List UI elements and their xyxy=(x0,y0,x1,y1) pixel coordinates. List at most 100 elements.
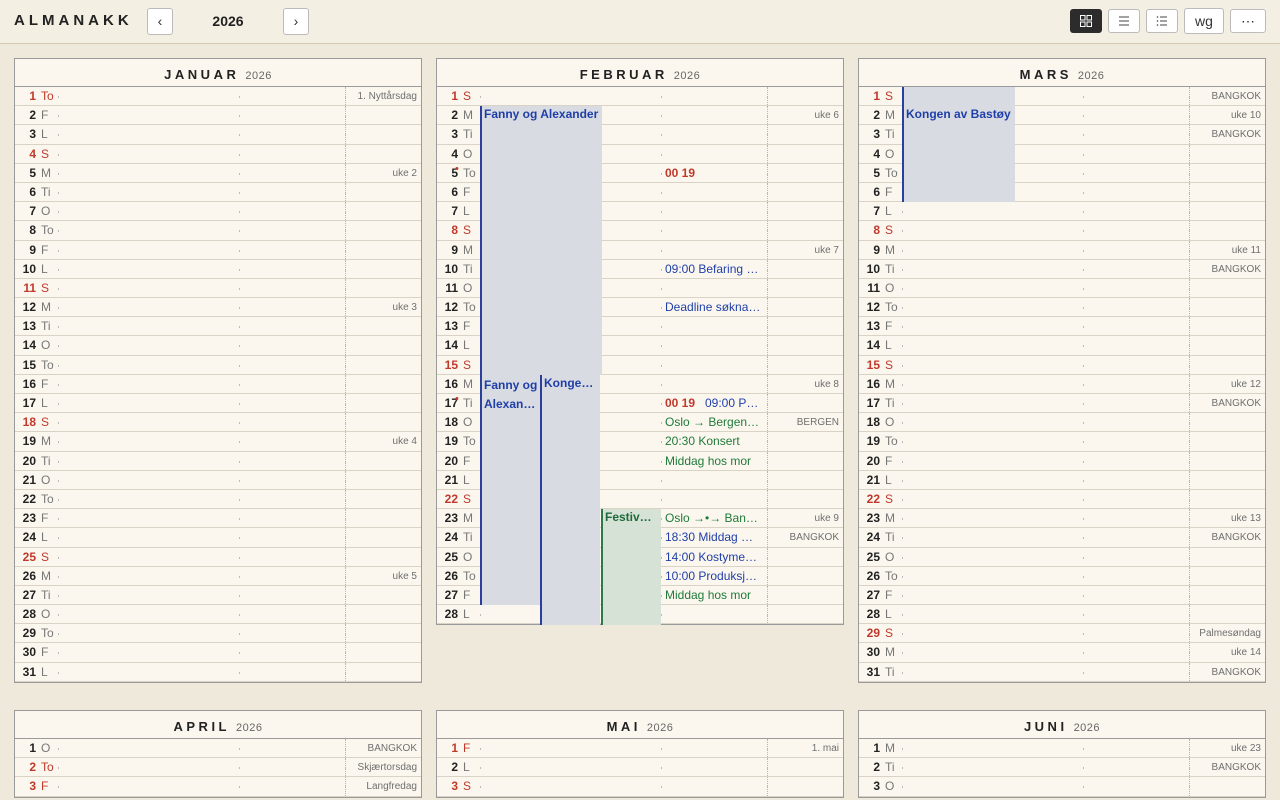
event-item[interactable]: 09:00 Befaring … xyxy=(665,262,758,276)
day-row[interactable]: 31 Ti BANGKOK xyxy=(859,662,1265,682)
event-item[interactable]: Middag hos mor xyxy=(665,454,751,468)
day-row[interactable]: 13 Ti xyxy=(15,317,421,337)
day-row[interactable]: 2 To Skjærtorsdag xyxy=(15,758,421,778)
day-row[interactable]: 29 S Palmesøndag xyxy=(859,624,1265,644)
day-row[interactable]: 17 Ti BANGKOK xyxy=(859,394,1265,414)
event-item[interactable]: 00 19 xyxy=(665,166,695,180)
day-row[interactable]: 30 Muke 14 xyxy=(859,643,1265,663)
day-row[interactable]: 12 Muke 3 xyxy=(15,298,421,318)
day-row[interactable]: 16 Muke 12 xyxy=(859,374,1265,394)
day-row[interactable]: 2 Ti BANGKOK xyxy=(859,758,1265,778)
day-note xyxy=(1189,470,1265,489)
day-row[interactable]: 11 O xyxy=(859,278,1265,299)
day-row[interactable]: 14 L xyxy=(859,336,1265,356)
day-row[interactable]: 21 L xyxy=(859,470,1265,490)
day-note: uke 9 xyxy=(767,509,843,528)
day-row[interactable]: 7L xyxy=(859,202,1265,222)
day-row[interactable]: 23 F xyxy=(15,509,421,529)
multi-day-event-bar[interactable]: Fanny og Alexan… xyxy=(480,375,540,606)
day-row[interactable]: 31 L xyxy=(15,662,421,682)
multi-day-event-bar[interactable]: Festiv… xyxy=(601,509,661,625)
next-year-button[interactable]: › xyxy=(283,8,309,35)
day-row[interactable]: 25 S xyxy=(15,547,421,567)
day-row[interactable]: 3S xyxy=(437,777,843,797)
prev-year-button[interactable]: ‹ xyxy=(147,8,173,35)
day-row[interactable]: 20 Ti xyxy=(15,451,421,471)
day-row[interactable]: 28 O xyxy=(15,605,421,625)
event-item[interactable]: Oslo →•→ Ban… xyxy=(665,511,758,525)
event-item[interactable]: 18:30 Middag … xyxy=(665,530,753,544)
event-item[interactable]: 10:00 Produksj… xyxy=(665,569,757,583)
event-item[interactable]: Oslo → Bergen… xyxy=(665,415,759,429)
day-row[interactable]: 7O xyxy=(15,202,421,222)
day-row[interactable]: 26 To xyxy=(859,566,1265,586)
day-row[interactable]: 3 F Langfredag xyxy=(15,777,421,797)
day-row[interactable]: 21 O xyxy=(15,470,421,490)
list-view-button[interactable] xyxy=(1108,9,1140,33)
more-options-button[interactable]: ⋯ xyxy=(1230,9,1266,33)
event-item[interactable]: Deadline søkna… xyxy=(665,300,760,314)
day-row[interactable]: 20 F xyxy=(859,451,1265,471)
day-row[interactable]: 18 S xyxy=(15,413,421,433)
multi-day-event-bar[interactable] xyxy=(902,87,1015,107)
multi-day-event-bar[interactable]: Kongen av Bastøy xyxy=(902,106,1015,203)
multi-day-event-bar[interactable]: Fanny og Alexander xyxy=(480,106,602,375)
day-row[interactable]: 10 Ti BANGKOK xyxy=(859,259,1265,279)
day-row[interactable]: 30 F xyxy=(15,643,421,663)
day-row[interactable]: 22 To xyxy=(15,489,421,510)
day-row[interactable]: 25 O xyxy=(859,547,1265,567)
weekday-label: To xyxy=(41,357,54,372)
column-separator xyxy=(661,211,662,214)
column-separator xyxy=(58,767,59,770)
compact-list-view-button[interactable] xyxy=(1146,9,1178,33)
day-row[interactable]: 9F xyxy=(15,240,421,260)
day-row[interactable]: 4S xyxy=(15,144,421,164)
day-row[interactable]: 19 To xyxy=(859,432,1265,452)
day-row[interactable]: 3L xyxy=(15,125,421,145)
day-row[interactable]: 1S xyxy=(437,87,843,107)
day-row[interactable]: 1 O BANGKOK xyxy=(15,739,421,759)
day-row[interactable]: 15 S xyxy=(859,355,1265,375)
event-item[interactable]: 09:00 P… xyxy=(705,396,758,410)
day-row[interactable]: 27 Ti xyxy=(15,585,421,606)
day-row[interactable]: 1 Muke 23 xyxy=(859,739,1265,759)
day-row[interactable]: 19 Muke 4 xyxy=(15,432,421,452)
day-row[interactable]: 9 Muke 11 xyxy=(859,240,1265,260)
day-row[interactable]: 15 To xyxy=(15,355,421,375)
day-row[interactable]: 10 L xyxy=(15,259,421,279)
event-item[interactable]: 00 19 xyxy=(665,396,695,410)
day-row[interactable]: 24 L xyxy=(15,528,421,548)
day-row[interactable]: 16 F xyxy=(15,374,421,394)
day-row[interactable]: 6 Ti xyxy=(15,182,421,203)
day-number: 18 xyxy=(444,415,458,430)
day-note xyxy=(1189,144,1265,163)
day-row[interactable]: 1 To 1. Nyttårsdag xyxy=(15,87,421,107)
day-row[interactable]: 8 To xyxy=(15,221,421,241)
day-row[interactable]: 5 Muke 2 xyxy=(15,163,421,183)
day-row[interactable]: 28 L xyxy=(859,605,1265,625)
multi-day-event-bar[interactable]: Kongen av Bastøy xyxy=(540,375,600,625)
wg-button[interactable]: wg xyxy=(1184,8,1224,34)
day-row[interactable]: 3O xyxy=(859,777,1265,797)
day-row[interactable]: 14 O xyxy=(15,336,421,356)
day-row[interactable]: 22 S xyxy=(859,489,1265,510)
day-row[interactable]: 26 Muke 5 xyxy=(15,566,421,586)
day-row[interactable]: 27 F xyxy=(859,585,1265,606)
event-item[interactable]: 20:30 Konsert xyxy=(665,434,740,448)
day-note xyxy=(767,278,843,298)
day-row[interactable]: 24 Ti BANGKOK xyxy=(859,528,1265,548)
day-row[interactable]: 12 To xyxy=(859,298,1265,318)
event-item[interactable]: Middag hos mor xyxy=(665,588,751,602)
day-row[interactable]: 2L xyxy=(437,758,843,778)
event-item[interactable]: 14:00 Kostyme… xyxy=(665,550,757,564)
grid-view-button[interactable] xyxy=(1070,9,1102,33)
day-row[interactable]: 29 To xyxy=(15,624,421,644)
day-row[interactable]: 18 O xyxy=(859,413,1265,433)
day-row[interactable]: 2F xyxy=(15,106,421,126)
day-row[interactable]: 17 L xyxy=(15,394,421,414)
day-row[interactable]: 8S xyxy=(859,221,1265,241)
day-row[interactable]: 23 Muke 13 xyxy=(859,509,1265,529)
day-row[interactable]: 1 F 1. mai xyxy=(437,739,843,759)
day-row[interactable]: 11 S xyxy=(15,278,421,299)
day-row[interactable]: 13 F xyxy=(859,317,1265,337)
